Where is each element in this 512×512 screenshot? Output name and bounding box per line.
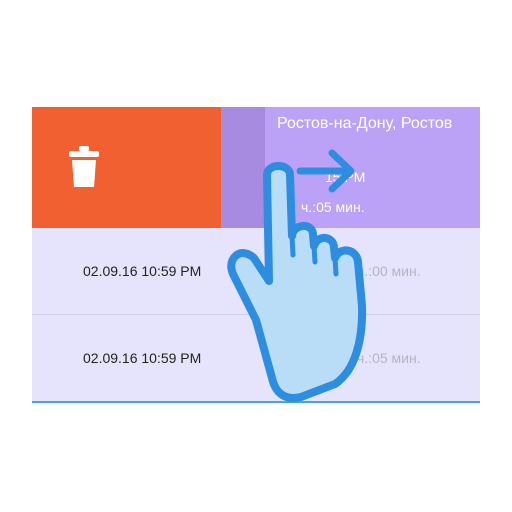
list-item-swiped[interactable]: Ростов-на-Дону, Ростов 15 PM ч.:05 мин. [32, 107, 480, 228]
time-label: 15 PM [325, 169, 366, 185]
list-item-card[interactable]: Ростов-на-Дону, Ростов 15 PM ч.:05 мин. [265, 107, 480, 228]
history-list: Ростов-на-Дону, Ростов 15 PM ч.:05 мин. … [32, 107, 480, 403]
city-label: Ростов-на-Дону, Ростов [277, 115, 453, 132]
swipe-reveal-strip [221, 107, 265, 228]
duration-label: ч.:05 мин. [357, 350, 421, 366]
list-item[interactable]: 02.09.16 10:59 PM ч.:00 мин. [32, 228, 480, 315]
date-label: 02.09.16 10:59 PM [83, 350, 202, 366]
date-label: 02.09.16 10:59 PM [83, 263, 202, 279]
list-item[interactable]: 02.09.16 10:59 PM ч.:05 мин. [32, 315, 480, 403]
divider [32, 401, 480, 403]
duration-label: ч.:05 мин. [301, 199, 365, 215]
trash-icon [69, 146, 99, 187]
delete-action[interactable] [32, 107, 221, 228]
duration-label: ч.:00 мин. [357, 263, 421, 279]
